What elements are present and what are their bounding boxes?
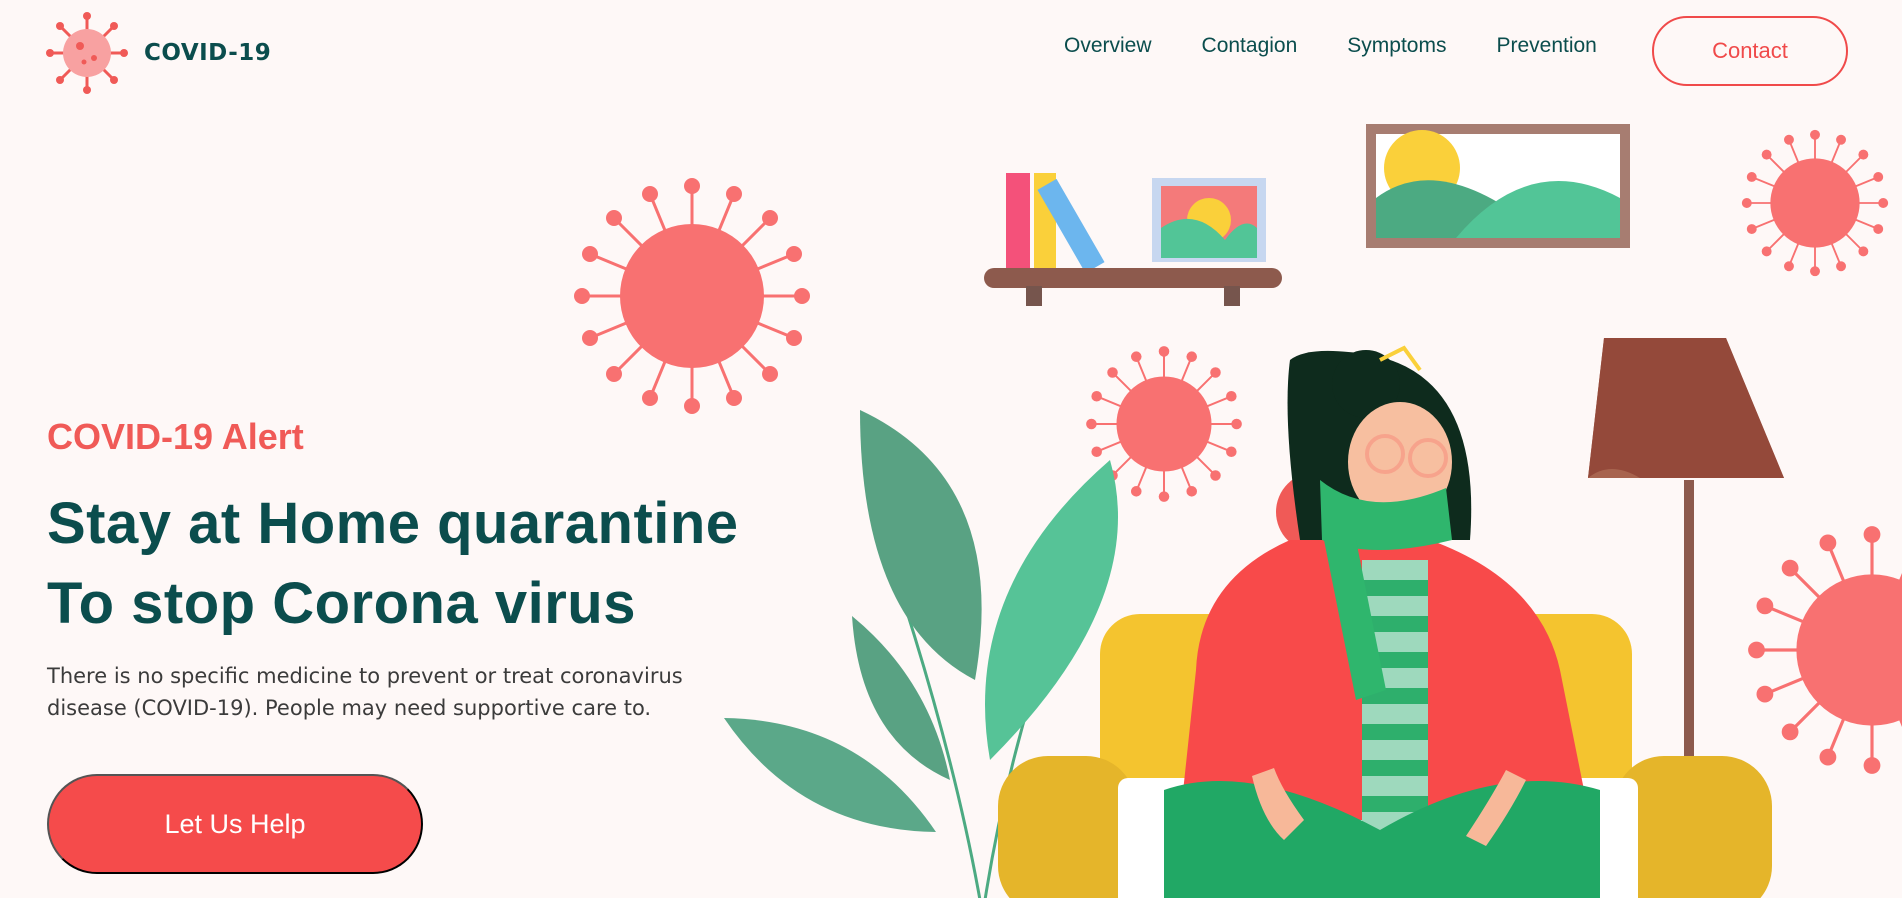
nav-contagion[interactable]: Contagion — [1202, 34, 1298, 58]
virus-icon — [46, 12, 128, 94]
alert-label: COVID-19 Alert — [47, 416, 304, 457]
nav-prevention[interactable]: Prevention — [1496, 34, 1596, 58]
virus-large — [572, 176, 812, 416]
brand-name: COVID-19 — [144, 40, 272, 66]
let-us-help-button[interactable]: Let Us Help — [47, 774, 423, 874]
contact-button[interactable]: Contact — [1652, 16, 1848, 86]
nav-overview[interactable]: Overview — [1064, 34, 1152, 58]
main-nav: Overview Contagion Symptoms Prevention — [1064, 34, 1647, 58]
nav-symptoms[interactable]: Symptoms — [1347, 34, 1446, 58]
brand-logo[interactable]: COVID-19 — [46, 12, 271, 94]
stay-home-illustration — [572, 124, 1902, 898]
headline-line-2: To stop Corona virus — [47, 571, 636, 636]
